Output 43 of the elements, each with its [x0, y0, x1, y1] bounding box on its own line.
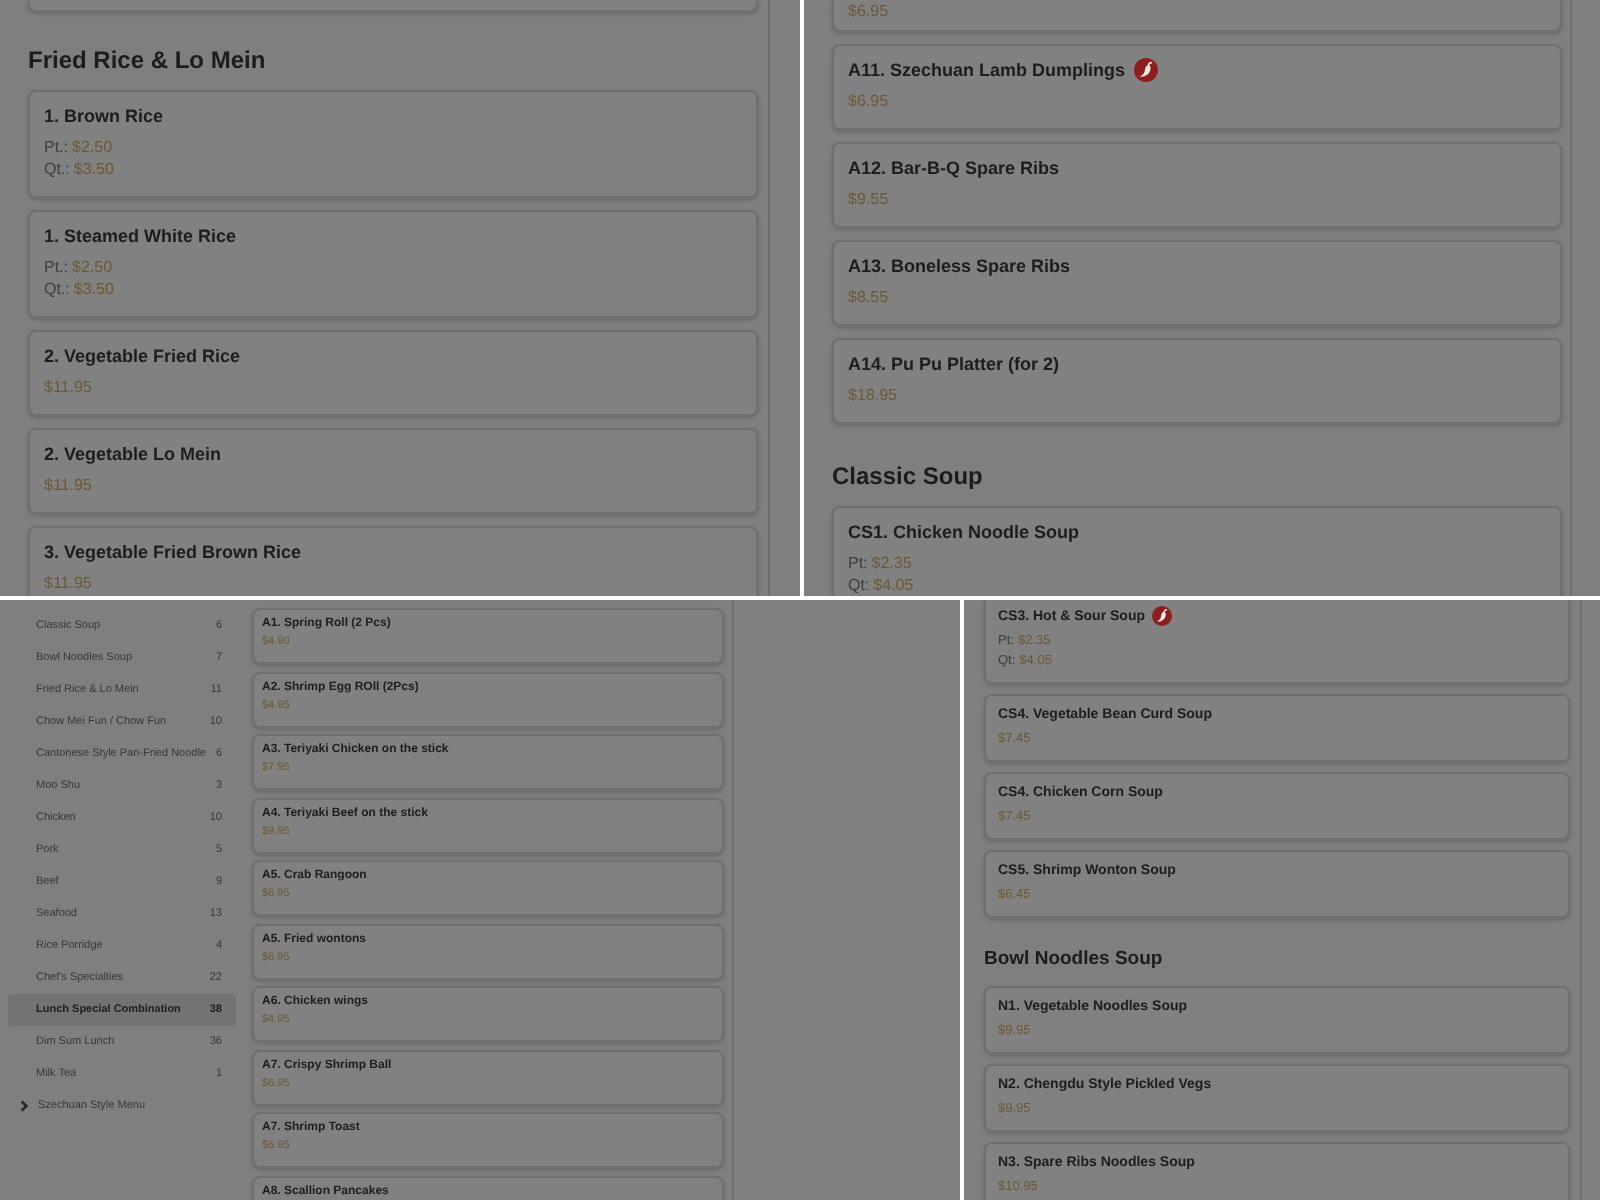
menu-item-card[interactable]: 2. Vegetable Fried Rice $11.95 [28, 330, 758, 416]
price-label: Pt.: [44, 136, 69, 158]
price-label: Pt: [848, 552, 868, 574]
price-value: $6.95 [848, 0, 889, 22]
menu-item-name: 1. Steamed White Rice [44, 227, 237, 245]
menu-item-name: A14. Pu Pu Platter (for 2) [848, 355, 1060, 373]
price-value: $4.05 [873, 574, 914, 596]
menu-item-card[interactable]: A12. Bar-B-Q Spare Ribs $9.55 [832, 142, 1562, 228]
menu-item-name: A12. Bar-B-Q Spare Ribs [848, 159, 1060, 177]
menu-item-name: 1. Brown Rice [44, 107, 164, 125]
price-value: $8.55 [848, 286, 889, 308]
price-value: $11.95 [44, 474, 92, 496]
price-value: $11.95 [44, 572, 92, 594]
price-value: $9.55 [848, 188, 889, 210]
price-value: $3.50 [73, 158, 114, 180]
price-label: Qt: [848, 574, 870, 596]
menu-item-card[interactable]: 3. Vegetable Fried Brown Rice $11.95 [28, 526, 758, 596]
menu-item-card[interactable]: CS1. Chicken Noodle Soup Pt: $2.35 Qt: $4.05 [832, 506, 1562, 596]
price-value: $3.50 [73, 278, 114, 300]
menu-item-card[interactable]: 2. Vegetable Lo Mein $11.95 [28, 428, 758, 514]
price-label: Pt.: [44, 256, 69, 278]
menu-item-card[interactable]: A14. Pu Pu Platter (for 2) $18.95 [832, 338, 1562, 424]
price-value: $11.95 [44, 376, 92, 398]
price-value: $2.50 [72, 256, 113, 278]
menu-item-card[interactable]: A13. Boneless Spare Ribs $8.55 [832, 240, 1562, 326]
price-value: $2.35 [871, 552, 912, 574]
menu-item-name: CS1. Chicken Noodle Soup [848, 523, 1080, 541]
section-heading: Classic Soup [832, 460, 985, 494]
menu-item-name: 2. Vegetable Fried Rice [44, 347, 241, 365]
section-heading: Bowl Noodles Soup [984, 946, 1165, 974]
menu-item-name: A11. Szechuan Lamb Dumplings [848, 61, 1126, 79]
menu-item-name: A13. Boneless Spare Ribs [848, 257, 1071, 275]
price-label: Qt.: [44, 158, 70, 180]
price-value: $18.95 [848, 384, 897, 406]
menu-item-card[interactable]: A11. Szechuan Lamb Dumplings $6.95 [832, 44, 1562, 130]
price-value: $6.95 [848, 90, 889, 112]
menu-item-name: 3. Vegetable Fried Brown Rice [44, 543, 302, 561]
price-value: $2.50 [72, 136, 113, 158]
menu-item-name: 2. Vegetable Lo Mein [44, 445, 222, 463]
section-heading: Fried Rice & Lo Mein [28, 44, 268, 78]
menu-item-card[interactable]: 1. Steamed White Rice Pt.: $2.50 Qt.: $3.50 [28, 210, 758, 318]
menu-item-card[interactable]: 1. Brown Rice Pt.: $2.50 Qt.: $3.50 [28, 90, 758, 198]
price-label: Qt.: [44, 278, 70, 300]
